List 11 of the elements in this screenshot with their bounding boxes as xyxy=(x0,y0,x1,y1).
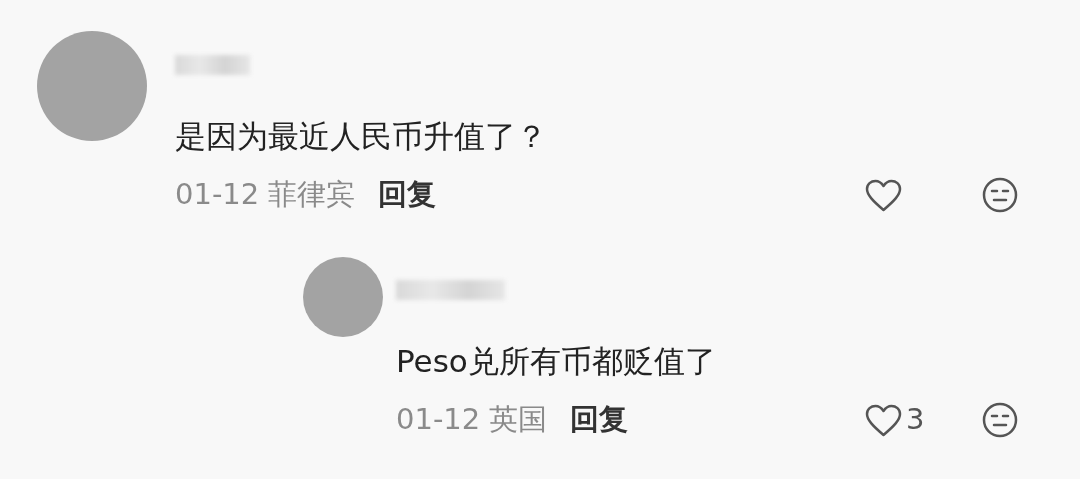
comment-date: 01-12 英国 xyxy=(396,401,548,439)
comment-text: Peso兑所有币都贬值了 xyxy=(396,341,717,381)
heart-icon[interactable] xyxy=(865,403,902,437)
reply-button[interactable]: 回复 xyxy=(569,398,628,442)
reply-button[interactable]: 回复 xyxy=(377,173,436,217)
like-count: 3 xyxy=(906,401,925,439)
comment-text: 是因为最近人民币升值了？ xyxy=(175,117,548,157)
face-icon[interactable] xyxy=(982,177,1018,213)
heart-icon[interactable] xyxy=(865,178,902,212)
face-icon[interactable] xyxy=(982,402,1018,438)
comment-date: 01-12 菲律宾 xyxy=(175,176,356,214)
